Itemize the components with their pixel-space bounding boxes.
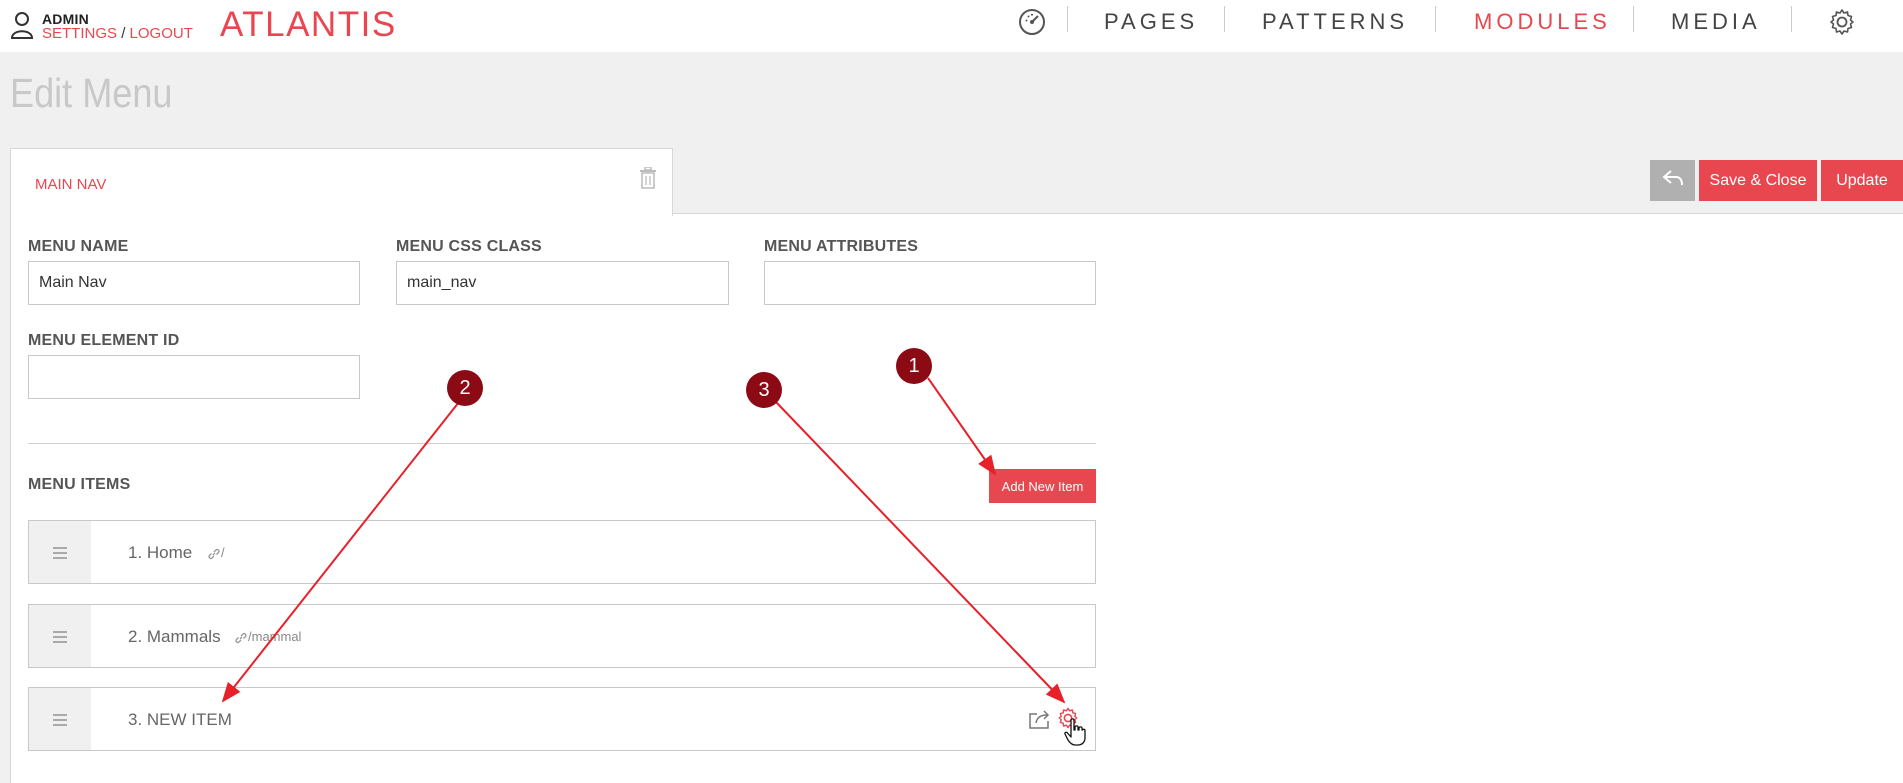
back-button[interactable]: [1650, 160, 1695, 201]
tab-label: MAIN NAV: [35, 176, 107, 193]
annotation-badge-2: 2: [447, 370, 483, 406]
menu-items-heading: MENU ITEMS: [28, 476, 131, 493]
menu-item-link-text: /: [221, 545, 225, 560]
dashboard-icon[interactable]: [1017, 7, 1047, 37]
drag-handle-icon[interactable]: [29, 605, 91, 667]
link-icon: [235, 632, 247, 643]
annotation-badge-1: 1: [896, 348, 932, 384]
menu-item-label[interactable]: 2. Mammals: [128, 627, 221, 647]
menu-item-label[interactable]: 1. Home: [128, 543, 192, 563]
menu-css-class-label: MENU CSS CLASS: [396, 238, 542, 255]
tab-main-nav[interactable]: MAIN NAV: [10, 148, 673, 216]
update-button[interactable]: Update: [1821, 160, 1903, 201]
menu-item-link: /mammal: [234, 629, 301, 645]
menu-item-label[interactable]: 3. NEW ITEM: [128, 710, 232, 730]
top-bar: ADMIN SETTINGS / LOGOUT ATLANTIS PAGES P…: [0, 0, 1903, 52]
nav-divider: [1435, 6, 1436, 32]
annotation-badge-3: 3: [746, 372, 782, 408]
menu-item-row[interactable]: 2. Mammals /mammal: [28, 604, 1096, 668]
back-arrow-icon: [1661, 170, 1683, 186]
menu-css-class-input[interactable]: [396, 261, 729, 305]
menu-item-link-text: /mammal: [248, 629, 302, 644]
nav-media[interactable]: MEDIA: [1671, 9, 1761, 35]
trash-icon[interactable]: [639, 167, 657, 189]
hand-cursor-icon: [1064, 718, 1086, 746]
menu-item-link: /: [207, 545, 225, 561]
menu-item-row[interactable]: 1. Home /: [28, 520, 1096, 584]
menu-element-id-label: MENU ELEMENT ID: [28, 332, 180, 349]
menu-item-row[interactable]: 3. NEW ITEM: [28, 687, 1096, 751]
section-divider: [28, 443, 1096, 444]
menu-attributes-label: MENU ATTRIBUTES: [764, 238, 919, 255]
drag-handle-icon[interactable]: [29, 688, 91, 750]
settings-gear-icon[interactable]: [1827, 7, 1857, 37]
save-close-button[interactable]: Save & Close: [1699, 160, 1817, 201]
add-new-item-button[interactable]: Add New Item: [989, 469, 1096, 503]
drag-handle-icon[interactable]: [29, 521, 91, 583]
nav-pages[interactable]: PAGES: [1104, 9, 1198, 35]
share-icon[interactable]: [1028, 708, 1052, 730]
link-icon: [208, 548, 220, 559]
nav-divider: [1633, 6, 1634, 32]
main-nav: PAGES PATTERNS MODULES MEDIA: [0, 0, 1903, 44]
nav-modules[interactable]: MODULES: [1474, 9, 1611, 35]
menu-name-input[interactable]: [28, 261, 360, 305]
nav-divider: [1791, 6, 1792, 32]
nav-divider: [1224, 6, 1225, 32]
menu-element-id-input[interactable]: [28, 355, 360, 399]
page-title: Edit Menu: [10, 70, 173, 116]
menu-name-label: MENU NAME: [28, 238, 129, 255]
menu-attributes-input[interactable]: [764, 261, 1096, 305]
nav-divider: [1067, 6, 1068, 32]
nav-patterns[interactable]: PATTERNS: [1262, 9, 1408, 35]
